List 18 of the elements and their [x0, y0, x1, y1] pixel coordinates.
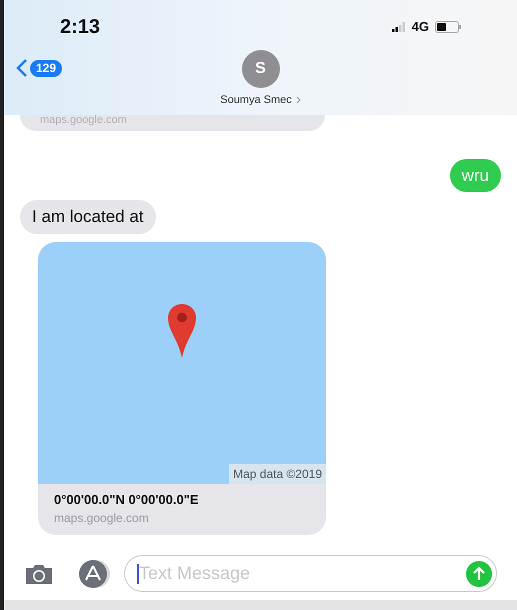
chevron-left-icon	[16, 58, 28, 78]
chevron-right-icon	[296, 96, 301, 104]
message-bubble: I am located at	[20, 200, 156, 234]
location-card[interactable]: Map data ©2019 0°00'00.0"N 0°00'00.0"E maps.google.com	[38, 242, 326, 535]
location-title: 0°00'00.0"N 0°00'00.0"E	[54, 490, 200, 508]
signal-icon	[392, 22, 406, 32]
message-bubble: wru	[450, 158, 501, 192]
message-field[interactable]: Text Message	[124, 555, 497, 592]
link-domain: maps.google.com	[54, 510, 150, 527]
unread-count: 129	[30, 60, 62, 76]
battery-icon	[435, 21, 461, 33]
app-store-icon[interactable]	[78, 558, 112, 588]
map-credit: Map data ©2019	[229, 464, 326, 484]
network-label: 4G	[412, 18, 429, 36]
contact-name[interactable]: Soumya Smec	[220, 92, 301, 108]
back-button[interactable]: 129	[16, 58, 62, 78]
status-time: 2:13	[60, 15, 100, 40]
message-input[interactable]: Text Message	[139, 560, 466, 587]
